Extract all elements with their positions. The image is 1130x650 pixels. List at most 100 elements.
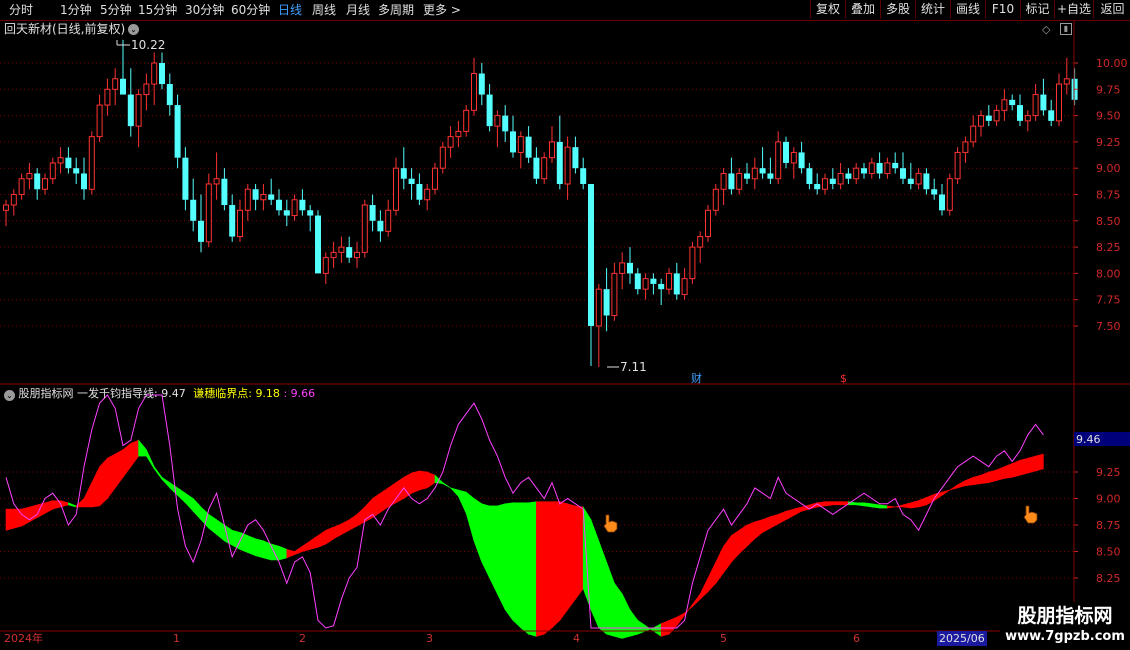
mark-button[interactable]: 标记 (1020, 0, 1054, 19)
candle (237, 199, 243, 242)
restore-rights-button[interactable]: 复权 (810, 0, 845, 19)
diamond-icon[interactable]: ◇ (1042, 23, 1050, 36)
statistics-button[interactable]: 统计 (915, 0, 950, 19)
candle (1017, 94, 1023, 127)
band-segment (356, 506, 366, 527)
chevron-down-icon[interactable]: ⌄ (128, 24, 139, 35)
candle (884, 157, 891, 179)
band-segment (785, 508, 795, 521)
panel-toggle-icon[interactable]: ▮ (1060, 23, 1072, 35)
x-axis-label-month: 4 (573, 632, 580, 645)
candle (330, 241, 337, 269)
f10-button[interactable]: F10 (985, 0, 1020, 19)
band-segment (707, 561, 717, 593)
candle (697, 231, 704, 263)
candle (486, 84, 493, 132)
back-button[interactable]: 返回 (1093, 0, 1130, 19)
draw-line-button[interactable]: 画线 (950, 0, 985, 19)
candle (1071, 68, 1078, 106)
candle (400, 147, 407, 190)
band-segment (879, 504, 888, 509)
dividend-event-mark[interactable]: $ (840, 372, 847, 385)
candle (946, 173, 953, 216)
period-tab-30min[interactable]: 30分钟 (185, 2, 224, 18)
x-axis-label-month: 5 (720, 632, 727, 645)
candle (159, 52, 165, 90)
candle (455, 120, 462, 148)
band-segment (270, 543, 280, 561)
watermark-url: www.7gpzb.com (1005, 629, 1125, 644)
band-segment (1027, 455, 1036, 474)
candle (728, 157, 735, 195)
finance-event-mark[interactable]: 财 (691, 371, 702, 385)
candle (861, 162, 867, 179)
band-segment (91, 466, 100, 508)
candle (315, 210, 321, 274)
indicator-tick-label: 8.25 (1096, 572, 1121, 585)
price-tick-label: 8.25 (1096, 241, 1121, 254)
period-tab-more[interactable]: 更多 > (423, 2, 461, 18)
band-segment (83, 482, 93, 508)
stock-title-text: 回天新材(日线,前复权) (4, 22, 126, 36)
multi-stock-button[interactable]: 多股 (880, 0, 915, 19)
chart-canvas[interactable]: 10.00 9.75 9.50 9.25 9.00 8.75 8.50 8.25 8.00 7.7… (0, 0, 1130, 650)
band-segment (302, 540, 311, 552)
period-tab-monthly[interactable]: 月线 (346, 2, 370, 18)
chevron-down-icon[interactable]: ⌄ (4, 390, 15, 401)
band-segment (559, 501, 568, 622)
overlay-button[interactable]: 叠加 (845, 0, 880, 19)
band-segment (107, 453, 116, 500)
band-segment (247, 535, 256, 557)
period-tab-1min[interactable]: 1分钟 (60, 2, 92, 18)
period-tab-intraday[interactable]: 分时 (9, 2, 33, 18)
indicator-name[interactable]: 股朋指标网 (19, 387, 74, 400)
candle (1048, 99, 1055, 127)
x-axis-label-month: 2 (299, 632, 306, 645)
candle (775, 131, 782, 184)
x-axis-label-month: 3 (426, 632, 433, 645)
candle (798, 141, 805, 174)
band-segment (543, 501, 553, 635)
band-segment (348, 513, 358, 531)
band-segment (442, 482, 451, 489)
add-watchlist-button[interactable]: +自选 (1054, 0, 1093, 19)
period-tab-multi[interactable]: 多周期 (378, 2, 414, 18)
period-tab-daily[interactable]: 日线 (278, 2, 302, 18)
current-value-tag-label: 9.46 (1076, 433, 1101, 446)
period-tab-5min[interactable]: 5分钟 (100, 2, 132, 18)
band-segment (731, 529, 740, 563)
band-segment (255, 538, 264, 559)
band-segment (1019, 457, 1029, 476)
band-segment (738, 524, 748, 555)
candle (190, 178, 197, 232)
candle (736, 168, 743, 195)
candle (900, 152, 906, 184)
band-segment (614, 582, 623, 639)
band-segment (855, 502, 865, 507)
candle (135, 89, 142, 148)
period-tab-60min[interactable]: 60分钟 (231, 2, 270, 18)
candle (276, 189, 282, 216)
band-segment (153, 465, 163, 481)
band-segment (980, 471, 990, 485)
candle (876, 152, 883, 179)
candle (705, 205, 711, 242)
x-axis-label-month: 6 (853, 632, 860, 645)
band-segment (512, 502, 522, 629)
band-segment (208, 513, 217, 536)
candle (650, 273, 657, 295)
band-segment (832, 501, 841, 506)
candle (954, 147, 961, 184)
band-segment (403, 472, 412, 500)
candle (42, 173, 48, 195)
candle (393, 157, 399, 216)
candle (619, 252, 626, 290)
period-tab-weekly[interactable]: 周线 (312, 2, 336, 18)
candle (689, 241, 696, 284)
period-tab-15min[interactable]: 15分钟 (138, 2, 177, 18)
band-segment (910, 500, 919, 509)
candle (1056, 73, 1062, 127)
candle (627, 247, 633, 284)
band-segment (497, 503, 506, 610)
candle (322, 252, 329, 284)
